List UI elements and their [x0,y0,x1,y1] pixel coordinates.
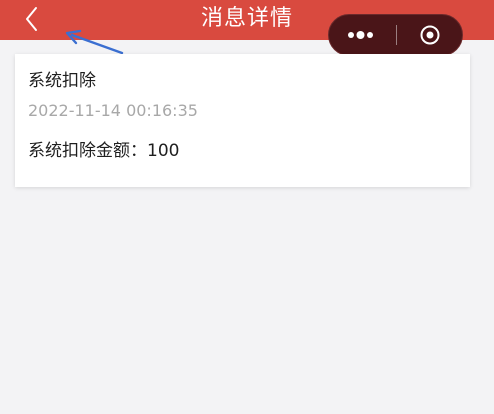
message-card: 系统扣除 2022-11-14 00:16:35 系统扣除金额：100 [15,54,470,187]
mini-program-capsule [328,14,463,56]
chevron-left-icon [26,7,37,31]
message-timestamp: 2022-11-14 00:16:35 [28,101,198,120]
message-body: 系统扣除金额：100 [28,141,180,161]
more-dots-icon [348,31,373,39]
back-button[interactable] [14,2,52,36]
target-circle-icon [420,25,440,45]
more-button[interactable] [329,15,395,55]
navigation-bar: 消息详情 [0,0,494,56]
message-title: 系统扣除 [28,71,96,91]
close-button[interactable] [397,15,463,55]
